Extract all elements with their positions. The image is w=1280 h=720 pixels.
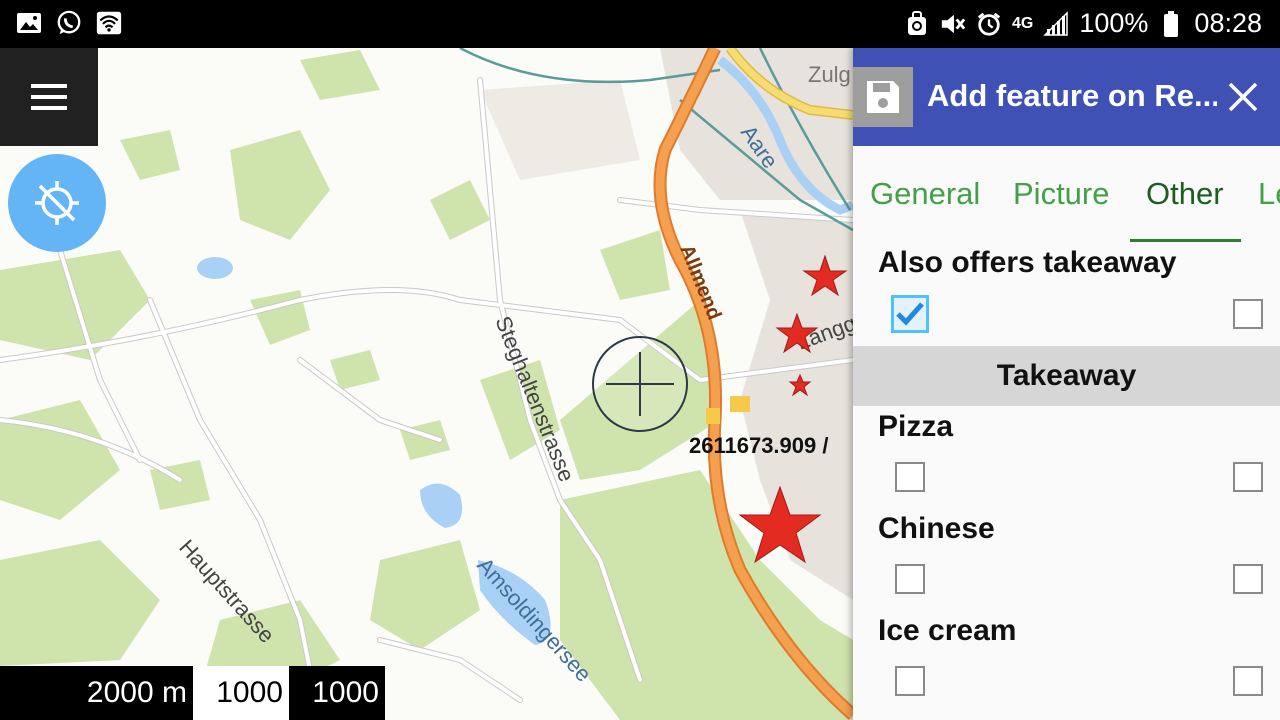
- panel-header: Add feature on Re...: [853, 48, 1280, 146]
- add-feature-panel: Add feature on Re... General Picture Oth…: [853, 48, 1280, 720]
- scale-segment-3: 1000: [289, 666, 385, 720]
- hamburger-icon: [31, 84, 67, 110]
- alarm-icon: [976, 11, 1002, 37]
- field-label-pizza: Pizza: [878, 410, 954, 443]
- battery-percent: 100%: [1079, 8, 1149, 38]
- panel-title: Add feature on Re...: [927, 78, 1217, 113]
- scale-bar: 2000 m 1000 1000: [0, 666, 385, 720]
- close-button[interactable]: [1220, 74, 1266, 120]
- check-icon: [896, 302, 924, 326]
- checkbox-takeaway-yes[interactable]: [891, 295, 929, 333]
- checkbox-chinese-no[interactable]: [1233, 564, 1263, 594]
- sync-icon: [904, 10, 930, 37]
- menu-button[interactable]: [0, 48, 98, 146]
- status-left-icons: [16, 10, 122, 36]
- save-icon: [867, 81, 899, 113]
- label-zulg: Zulg: [808, 62, 851, 87]
- gallery-icon: [16, 10, 42, 36]
- map-canvas: Zulg Aare Allmend Längg Steghaltenstrass…: [0, 48, 853, 720]
- section-header-takeaway: Takeaway: [853, 346, 1280, 406]
- gps-off-icon: [35, 181, 79, 225]
- interchange: [706, 408, 720, 424]
- checkbox-pizza-yes[interactable]: [895, 462, 925, 492]
- status-right: 4G 100% 08:28: [904, 8, 1262, 39]
- checkbox-takeaway-no[interactable]: [1233, 299, 1263, 329]
- tab-le[interactable]: Le: [1258, 176, 1280, 212]
- save-button[interactable]: [853, 67, 913, 127]
- mute-icon: [940, 11, 966, 37]
- checkbox-chinese-yes[interactable]: [895, 564, 925, 594]
- clock: 08:28: [1194, 8, 1262, 38]
- checkbox-ice-cream-no[interactable]: [1233, 666, 1263, 696]
- whatsapp-icon: [56, 10, 82, 36]
- tab-general[interactable]: General: [870, 176, 980, 212]
- tab-bar: General Picture Other Le: [853, 146, 1280, 242]
- battery-icon: [1158, 10, 1184, 37]
- scale-segment-1: 2000 m: [0, 666, 193, 720]
- checkbox-ice-cream-yes[interactable]: [895, 666, 925, 696]
- field-label-ice-cream: Ice cream: [878, 614, 1017, 647]
- label-allmend: Allmend: [675, 242, 725, 323]
- tab-other[interactable]: Other: [1146, 176, 1224, 212]
- crosshair-icon: [592, 336, 688, 432]
- coordinate-readout: 2611673.909 /: [689, 433, 829, 458]
- tab-picture[interactable]: Picture: [1013, 176, 1109, 212]
- network-type-label: 4G: [1012, 14, 1034, 32]
- status-bar: 4G 100% 08:28: [0, 0, 1280, 48]
- tab-active-indicator: [1130, 239, 1241, 242]
- field-label-takeaway: Also offers takeaway: [878, 246, 1177, 279]
- gps-toggle-button[interactable]: [8, 154, 106, 252]
- wifi-icon: [96, 10, 122, 36]
- signal-icon: [1043, 10, 1069, 37]
- scale-segment-2: 1000: [193, 666, 289, 720]
- field-label-chinese: Chinese: [878, 512, 995, 545]
- map-view[interactable]: Zulg Aare Allmend Längg Steghaltenstrass…: [0, 48, 853, 720]
- close-icon: [1228, 82, 1258, 112]
- checkbox-pizza-no[interactable]: [1233, 462, 1263, 492]
